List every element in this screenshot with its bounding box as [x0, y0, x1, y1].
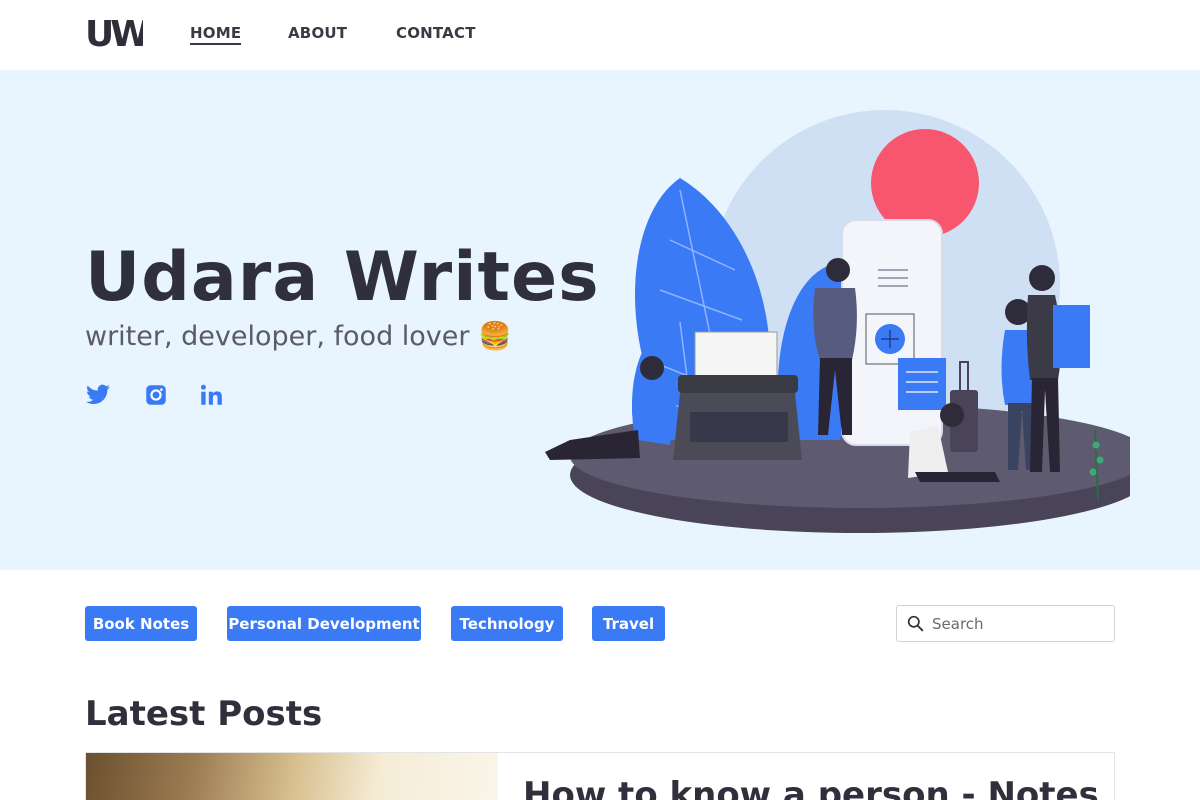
post-thumbnail[interactable] [86, 753, 498, 800]
category-tag-technology[interactable]: Technology [451, 606, 563, 641]
search-box [896, 605, 1115, 642]
post-title[interactable]: How to know a person - Notes [523, 775, 1099, 800]
post-card[interactable]: How to know a person - Notes [85, 752, 1115, 800]
hero-section: Udara Writes writer, developer, food lov… [0, 70, 1200, 570]
card-shape [898, 358, 946, 410]
hero-subtitle: writer, developer, food lover 🍔 [85, 321, 512, 352]
instagram-icon[interactable] [143, 382, 169, 408]
site-header: UW HOME ABOUT CONTACT [0, 0, 1200, 70]
category-tag-personal-development[interactable]: Personal Development [227, 606, 421, 641]
hero-illustration [545, 110, 1130, 533]
linkedin-icon[interactable] [198, 382, 224, 408]
paper-shape [694, 331, 778, 379]
site-logo[interactable]: UW [85, 14, 143, 50]
latest-posts-heading: Latest Posts [85, 694, 323, 734]
category-tag-travel[interactable]: Travel [592, 606, 665, 641]
nav-about-link[interactable]: ABOUT [288, 24, 347, 42]
nav-contact-link[interactable]: CONTACT [396, 24, 476, 42]
category-tag-book-notes[interactable]: Book Notes [85, 606, 197, 641]
logo-text: UW [85, 14, 143, 50]
typewriter-roller-shape [678, 375, 798, 393]
search-input[interactable] [932, 614, 1102, 633]
twitter-icon[interactable] [85, 382, 111, 408]
hero-title: Udara Writes [85, 238, 600, 317]
nav-home-link[interactable]: HOME [190, 24, 242, 45]
search-icon [907, 615, 924, 632]
